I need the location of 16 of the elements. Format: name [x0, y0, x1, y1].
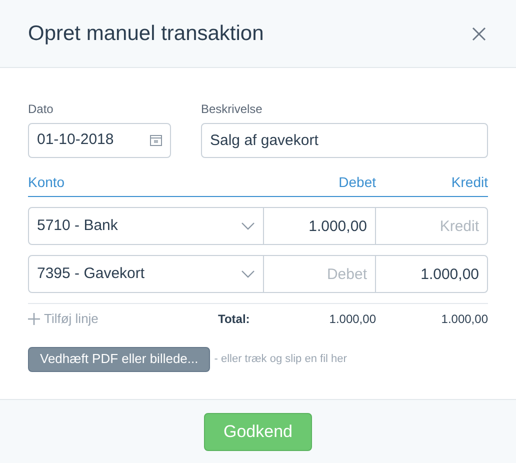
description-field[interactable]: Salg af gavekort	[201, 123, 488, 158]
total-credit: 1.000,00	[440, 310, 488, 328]
column-header: Kredit	[450, 173, 488, 192]
field-label: Beskrivelse	[201, 101, 264, 118]
total-label: Total:	[218, 310, 251, 328]
calendar-icon	[150, 135, 162, 146]
plus-icon	[28, 312, 40, 325]
total-debit: 1.000,00	[328, 310, 376, 328]
dialog-title: Opret manuel transaktion	[28, 20, 264, 47]
drop-hint: - eller træk og slip en fil her	[214, 352, 347, 367]
field-label: Dato	[28, 101, 54, 118]
date-field[interactable]: 01-10-2018	[28, 123, 171, 158]
close-button[interactable]	[472, 26, 488, 42]
close-icon	[472, 26, 486, 40]
column-header: Debet	[338, 173, 376, 192]
column-header: Konto	[28, 173, 66, 192]
